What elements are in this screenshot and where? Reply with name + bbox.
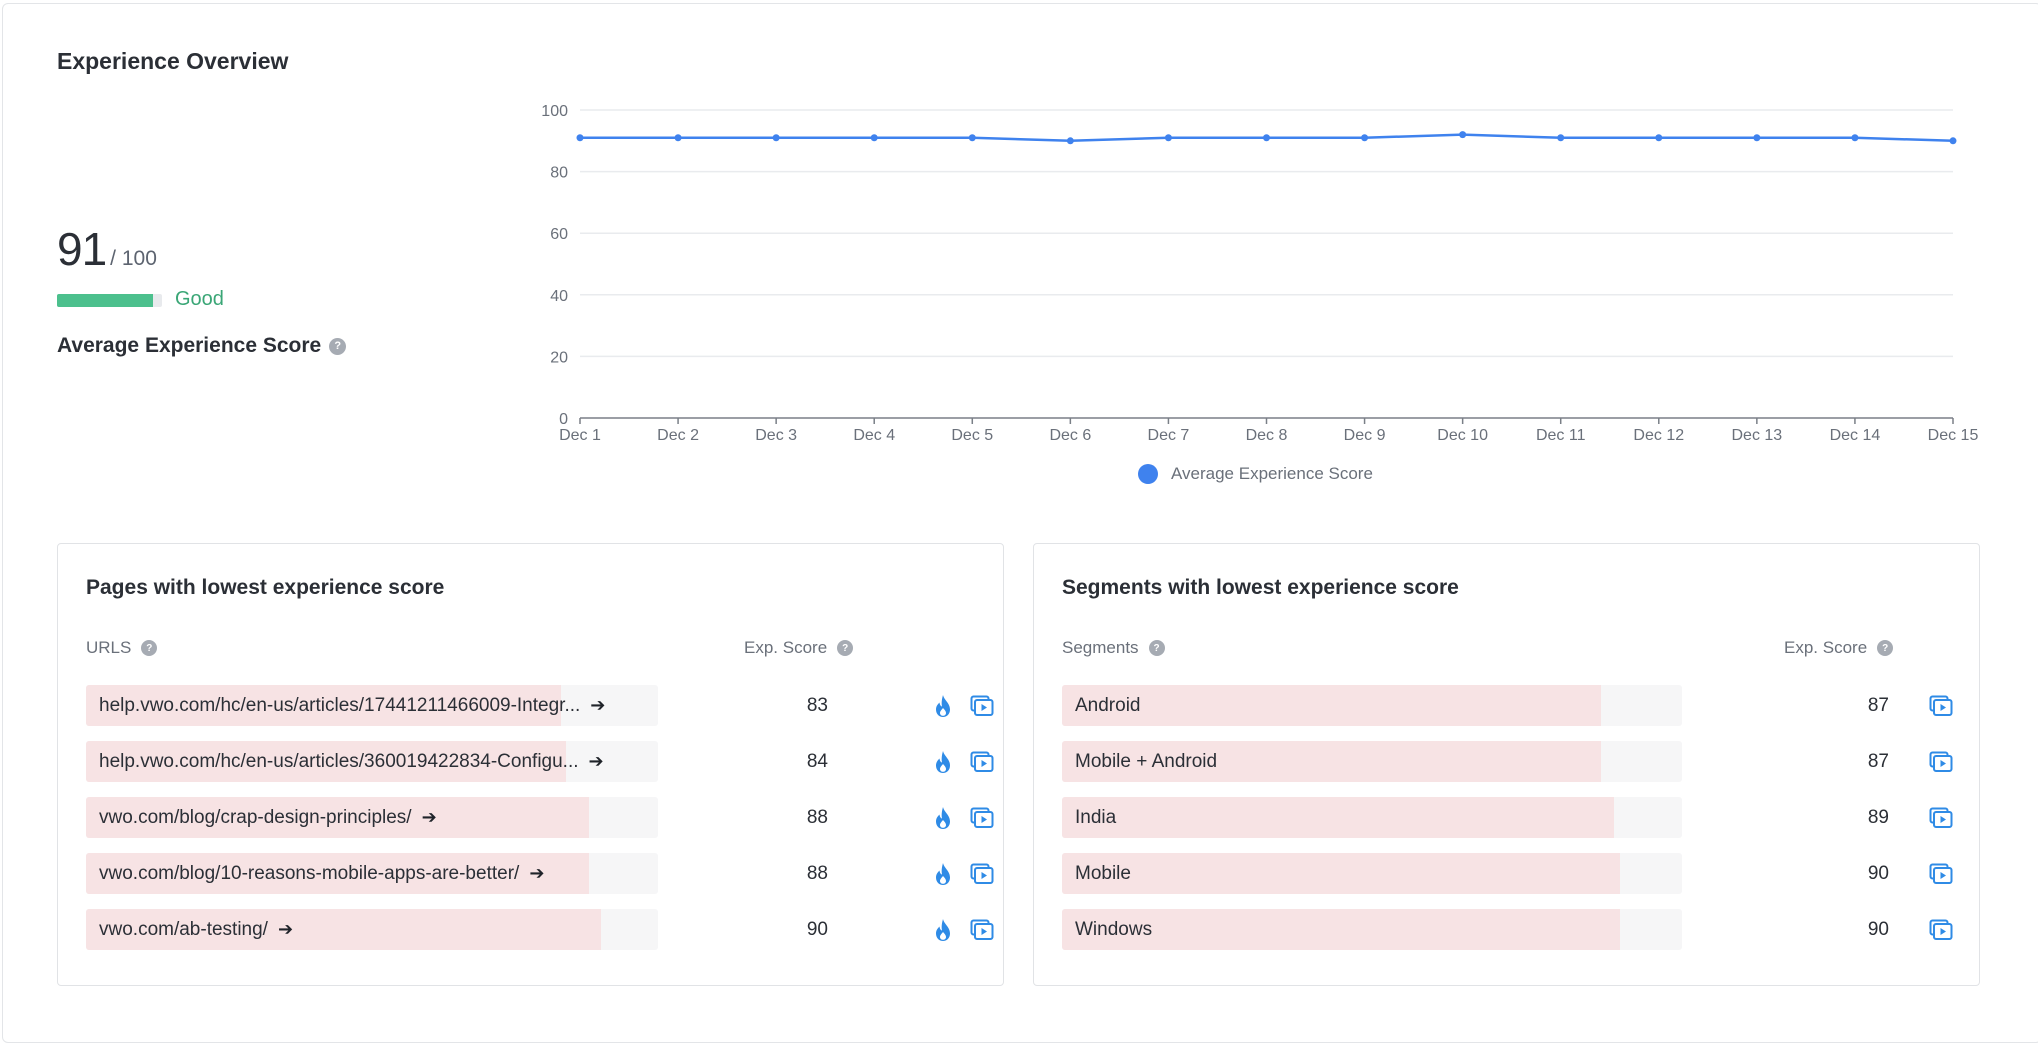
score-max: / 100 <box>110 247 157 270</box>
exp-score-value: 87 <box>1867 751 1889 772</box>
segment-row[interactable]: Mobile 90 <box>1062 853 2038 894</box>
segment-name-label: India <box>1075 807 1117 828</box>
arrow-right-icon[interactable]: ➔ <box>590 685 605 726</box>
page-url-link[interactable]: vwo.com/ab-testing/ ➔ <box>99 909 293 950</box>
page-url-link[interactable]: help.vwo.com/hc/en-us/articles/174412114… <box>99 685 605 726</box>
arrow-right-icon[interactable]: ➔ <box>278 909 293 950</box>
urls-column-label: URLS <box>86 638 132 657</box>
arrow-right-icon[interactable]: ➔ <box>529 853 544 894</box>
score-bar-track <box>1062 909 1682 950</box>
exp-score-value: 90 <box>1867 919 1889 940</box>
exp-score-value: 83 <box>806 695 828 716</box>
exp-score-value: 87 <box>1867 695 1889 716</box>
page-row[interactable]: vwo.com/blog/crap-design-principles/ ➔ 88 <box>86 797 1058 838</box>
heatmap-flame-icon[interactable] <box>931 862 955 886</box>
page-url-link-label: vwo.com/blog/crap-design-principles/ <box>99 807 412 828</box>
page-row[interactable]: help.vwo.com/hc/en-us/articles/174412114… <box>86 685 1058 726</box>
session-recording-icon[interactable] <box>970 694 994 718</box>
segments-column-label: Segments <box>1062 638 1139 657</box>
arrow-right-icon[interactable]: ➔ <box>422 797 437 838</box>
exp-score-value: 90 <box>806 919 828 940</box>
score-bar-fill <box>1062 797 1614 838</box>
session-recording-icon[interactable] <box>1929 918 1953 942</box>
legend-label: Average Experience Score <box>1171 464 1373 483</box>
page-url-link-label: help.vwo.com/hc/en-us/articles/360019422… <box>99 751 579 772</box>
segment-row[interactable]: Android 87 <box>1062 685 2038 726</box>
segment-name: India <box>1075 797 1116 838</box>
pages-card-title: Pages with lowest experience score <box>86 576 445 599</box>
segment-name-label: Mobile <box>1075 863 1131 884</box>
metric-label-text: Average Experience Score <box>57 334 322 357</box>
page-url-link-label: vwo.com/blog/10-reasons-mobile-apps-are-… <box>99 863 520 884</box>
segments-card-title: Segments with lowest experience score <box>1062 576 1459 599</box>
pages-score-column-label: Exp. Score <box>744 638 828 657</box>
session-recording-icon[interactable] <box>970 806 994 830</box>
score-bar-fill <box>1062 853 1620 894</box>
session-recording-icon[interactable] <box>970 918 994 942</box>
page-url-link-label: vwo.com/ab-testing/ <box>99 919 268 940</box>
segments-score-column-label: Exp. Score <box>1784 638 1868 657</box>
page-url-link[interactable]: vwo.com/blog/10-reasons-mobile-apps-are-… <box>99 853 544 894</box>
pages-lowest-score-card: Pages with lowest experience score URLS … <box>57 543 1004 986</box>
page-row[interactable]: help.vwo.com/hc/en-us/articles/360019422… <box>86 741 1058 782</box>
section-title: Experience Overview <box>57 48 289 74</box>
session-recording-icon[interactable] <box>970 862 994 886</box>
session-recording-icon[interactable] <box>970 750 994 774</box>
page-url-link-label: help.vwo.com/hc/en-us/articles/174412114… <box>99 695 581 716</box>
legend-marker-icon <box>1138 464 1158 484</box>
exp-score-value: 88 <box>806 863 828 884</box>
score-value: 91 <box>57 223 107 275</box>
segment-name: Windows <box>1075 909 1152 950</box>
score-bar-track <box>1062 685 1682 726</box>
segment-name-label: Android <box>1075 695 1141 716</box>
heatmap-flame-icon[interactable] <box>931 750 955 774</box>
segment-row[interactable]: Windows 90 <box>1062 909 2038 950</box>
segment-name-label: Mobile + Android <box>1075 751 1218 772</box>
help-icon[interactable]: ? <box>1148 640 1165 656</box>
heatmap-flame-icon[interactable] <box>931 694 955 718</box>
arrow-right-icon[interactable]: ➔ <box>589 741 604 782</box>
exp-score-value: 88 <box>806 807 828 828</box>
session-recording-icon[interactable] <box>1929 750 1953 774</box>
segment-row[interactable]: Mobile + Android 87 <box>1062 741 2038 782</box>
session-recording-icon[interactable] <box>1929 806 1953 830</box>
score-bar-fill <box>1062 685 1602 726</box>
score-gauge-fill <box>57 294 153 307</box>
score-gauge <box>57 294 162 307</box>
score-rating: Good <box>175 288 224 310</box>
page-row[interactable]: vwo.com/blog/10-reasons-mobile-apps-are-… <box>86 853 1058 894</box>
segment-row[interactable]: India 89 <box>1062 797 2038 838</box>
exp-score-value: 90 <box>1867 863 1889 884</box>
exp-score-value: 84 <box>806 751 828 772</box>
help-icon[interactable]: ? <box>1877 640 1894 656</box>
help-icon[interactable]: ? <box>141 640 158 656</box>
score-bar-track <box>1062 797 1682 838</box>
session-recording-icon[interactable] <box>1929 694 1953 718</box>
heatmap-flame-icon[interactable] <box>931 918 955 942</box>
segments-column-header: Segments ? <box>1062 638 1165 658</box>
page-row[interactable]: vwo.com/ab-testing/ ➔ 90 <box>86 909 1058 950</box>
chart-legend[interactable]: Average Experience Score <box>1138 464 1373 484</box>
segments-lowest-score-card: Segments with lowest experience score Se… <box>1033 543 1980 986</box>
segment-name: Mobile <box>1075 853 1131 894</box>
heatmap-flame-icon[interactable] <box>931 806 955 830</box>
page-url-link[interactable]: help.vwo.com/hc/en-us/articles/360019422… <box>99 741 604 782</box>
session-recording-icon[interactable] <box>1929 862 1953 886</box>
segments-score-column-header: Exp. Score ? <box>1784 638 1894 658</box>
score-display: 91/ 100 <box>57 222 157 276</box>
help-icon[interactable]: ? <box>837 640 854 656</box>
metric-label: Average Experience Score ? <box>57 334 347 358</box>
segment-name: Mobile + Android <box>1075 741 1217 782</box>
urls-column-header: URLS ? <box>86 638 158 658</box>
help-icon[interactable]: ? <box>329 337 347 355</box>
page-url-link[interactable]: vwo.com/blog/crap-design-principles/ ➔ <box>99 797 437 838</box>
pages-score-column-header: Exp. Score ? <box>744 638 854 658</box>
exp-score-value: 89 <box>1867 807 1889 828</box>
score-bar-track <box>1062 853 1682 894</box>
segment-name-label: Windows <box>1075 919 1153 940</box>
segment-name: Android <box>1075 685 1141 726</box>
